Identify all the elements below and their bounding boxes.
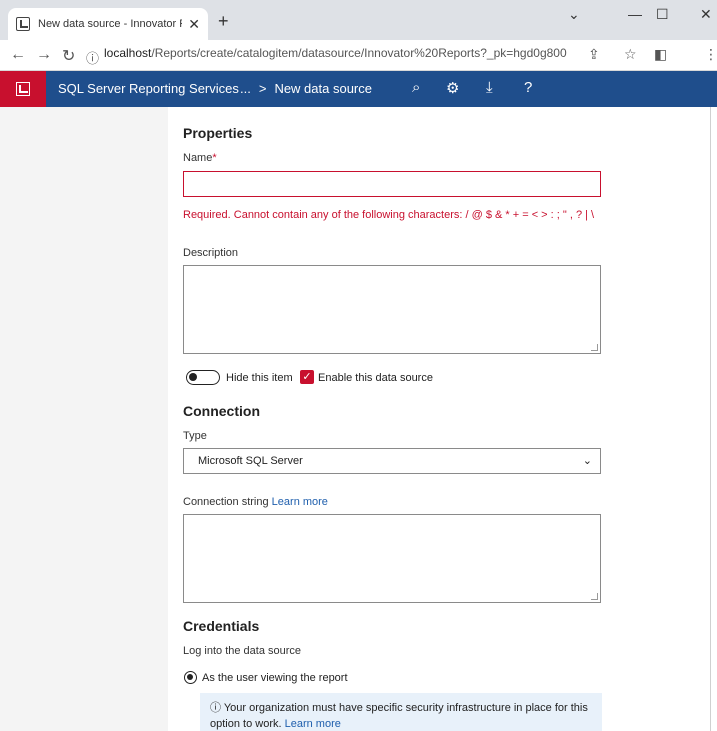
conn-string-learn-more-link[interactable]: Learn more xyxy=(272,496,328,508)
breadcrumb-ellipsis[interactable]: ... xyxy=(240,81,251,96)
tab-close-icon[interactable]: ✕ xyxy=(188,16,200,33)
forward-arrow-icon[interactable]: → xyxy=(36,46,52,64)
connection-string-textarea[interactable] xyxy=(183,514,601,603)
required-mark: * xyxy=(212,152,217,164)
name-label-text: Name xyxy=(183,152,213,164)
reload-icon[interactable]: ↻ xyxy=(62,46,75,66)
conn-string-label: Connection string Learn more xyxy=(183,496,328,508)
name-label: Name* xyxy=(183,152,217,164)
share-icon[interactable]: ⇪ xyxy=(588,46,600,63)
checkmark-icon: ✓ xyxy=(302,371,312,383)
site-info-icon[interactable]: ⓘ xyxy=(86,48,99,67)
login-label: Log into the data source xyxy=(183,645,302,657)
description-textarea[interactable] xyxy=(183,265,601,354)
enable-label: Enable this data source xyxy=(318,372,433,384)
type-label: Type xyxy=(183,430,207,442)
ssrs-logo[interactable] xyxy=(0,71,46,107)
minimize-icon[interactable]: — xyxy=(628,6,642,22)
window-close-icon[interactable]: ✕ xyxy=(700,6,712,23)
gear-icon[interactable]: ⚙ xyxy=(446,79,459,97)
bookmark-star-icon[interactable]: ☆ xyxy=(624,46,637,63)
tab-title: New data source - Innovator Rep xyxy=(38,18,182,30)
connection-heading: Connection xyxy=(183,403,260,419)
right-divider xyxy=(710,107,711,731)
name-input[interactable] xyxy=(183,171,601,197)
url-field[interactable]: localhost/Reports/create/catalogitem/dat… xyxy=(104,46,567,60)
info-icon: ⓘ xyxy=(210,702,221,714)
download-icon[interactable]: ⤓ xyxy=(486,79,493,96)
resize-grip-icon[interactable] xyxy=(591,593,598,600)
type-value: Microsoft SQL Server xyxy=(198,455,303,467)
search-icon[interactable]: ⌕ xyxy=(412,79,420,96)
resize-grip-icon[interactable] xyxy=(591,344,598,351)
sidepanel-icon[interactable]: ◧ xyxy=(654,46,667,63)
properties-heading: Properties xyxy=(183,125,253,141)
left-panel xyxy=(0,107,168,731)
browser-menu-icon[interactable]: ⋮ xyxy=(704,46,717,63)
url-host: localhost xyxy=(104,46,152,60)
info-text: Your organization must have specific sec… xyxy=(210,702,588,730)
report-logo-icon xyxy=(16,82,30,96)
breadcrumb-chevron-icon: > xyxy=(258,81,267,96)
credentials-heading: Credentials xyxy=(183,618,260,634)
tab-search-chevron-icon[interactable]: ⌄ xyxy=(568,6,580,23)
breadcrumb: ... > New data source xyxy=(240,81,372,96)
maximize-icon[interactable]: ☐ xyxy=(656,6,669,23)
new-tab-button[interactable]: + xyxy=(218,11,229,32)
help-icon[interactable]: ? xyxy=(524,79,532,96)
browser-tab-bar: New data source - Innovator Rep ✕ + ⌄ — … xyxy=(0,0,717,40)
viewer-credentials-label: As the user viewing the report xyxy=(202,672,348,684)
info-learn-more-link[interactable]: Learn more xyxy=(285,718,341,730)
hide-item-toggle[interactable] xyxy=(186,370,220,385)
type-select[interactable]: Microsoft SQL Server ⌄ xyxy=(183,448,601,474)
breadcrumb-current: New data source xyxy=(274,81,372,96)
hide-item-label: Hide this item xyxy=(226,372,293,384)
info-box: ⓘ Your organization must have specific s… xyxy=(200,693,602,731)
browser-tab[interactable]: New data source - Innovator Rep ✕ xyxy=(8,8,208,40)
viewer-credentials-radio[interactable] xyxy=(184,671,197,684)
back-arrow-icon[interactable]: ← xyxy=(10,46,26,64)
app-title[interactable]: SQL Server Reporting Services xyxy=(58,81,239,96)
conn-string-label-text: Connection string xyxy=(183,496,269,508)
name-error-message: Required. Cannot contain any of the foll… xyxy=(183,209,595,221)
app-header: SQL Server Reporting Services ... > New da… xyxy=(0,71,717,107)
enable-checkbox[interactable]: ✓ xyxy=(300,370,314,384)
chevron-down-icon: ⌄ xyxy=(582,455,592,467)
description-label: Description xyxy=(183,247,239,259)
url-path: /Reports/create/catalogitem/datasource/I… xyxy=(151,46,567,60)
report-favicon-icon xyxy=(16,17,30,31)
address-bar: ← → ↻ ⓘ localhost/Reports/create/catalog… xyxy=(0,40,717,71)
